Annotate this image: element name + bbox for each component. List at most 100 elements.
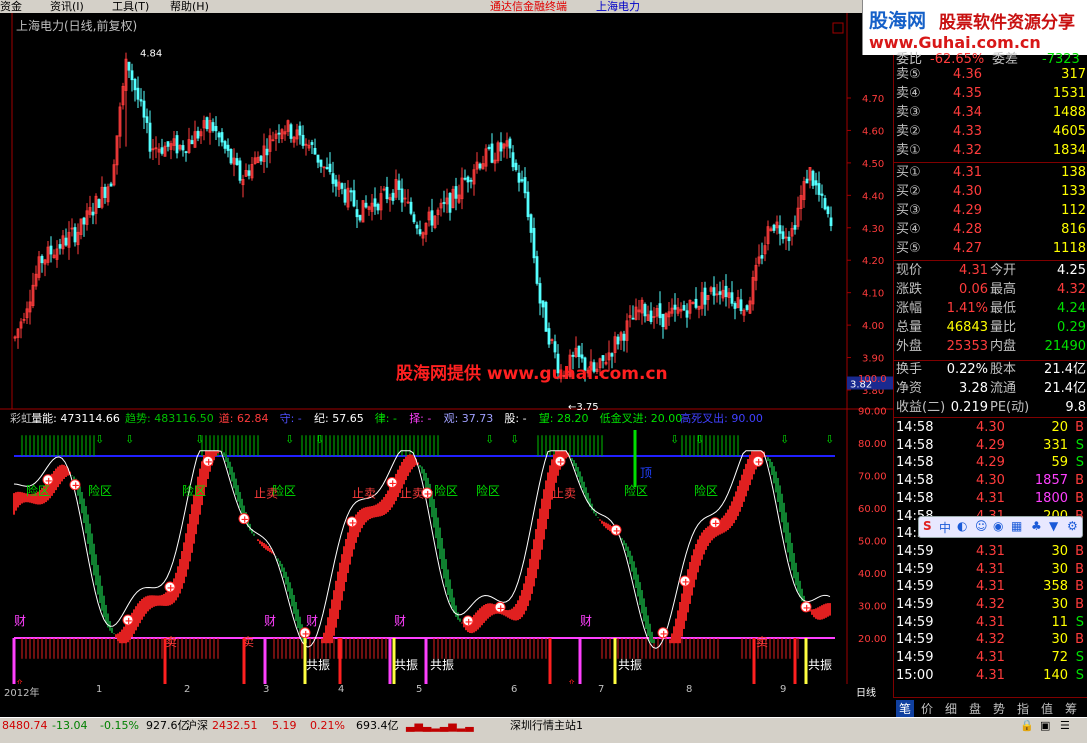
- buy-level-1[interactable]: 买① 4.31 138: [894, 164, 1087, 182]
- tick-row[interactable]: 14:59 4.31 30 B: [894, 543, 1087, 561]
- tick-row[interactable]: 14:59 4.31 72 S: [894, 649, 1087, 667]
- tick-row[interactable]: 14:58 4.31 1800 B: [894, 490, 1087, 508]
- candle-body: [160, 147, 164, 154]
- menu-item-tools[interactable]: 工具(T): [112, 0, 149, 13]
- risk-zone-label: 险区: [182, 483, 206, 498]
- candle-body: [463, 177, 467, 180]
- tab-trades[interactable]: 笔: [896, 700, 915, 717]
- ticks-divider: [894, 417, 1087, 418]
- price-axis-label: 4.50: [862, 159, 884, 170]
- tab-value[interactable]: 值: [1041, 700, 1053, 717]
- quote-value: 4.32: [1057, 282, 1086, 297]
- buy-level-4[interactable]: 买④ 4.28 816: [894, 221, 1087, 239]
- tab-order[interactable]: 盘: [969, 700, 981, 717]
- ime-emoji-icon[interactable]: ☺: [975, 519, 988, 533]
- buy-level-label: 买②: [896, 184, 921, 199]
- tick-row[interactable]: 14:58 4.30 20 B: [894, 419, 1087, 437]
- maximize-icon: [832, 22, 844, 34]
- sell-level-1[interactable]: 卖① 4.32 1834: [894, 142, 1087, 160]
- tick-row[interactable]: 14:59 4.31 30 B: [894, 561, 1087, 579]
- ime-skin-icon[interactable]: ♣: [1031, 519, 1042, 533]
- buy-level-3[interactable]: 买③ 4.29 112: [894, 202, 1087, 220]
- tick-volume: 331: [1043, 437, 1068, 453]
- tick-row[interactable]: 14:59 4.31 358 B: [894, 578, 1087, 596]
- quote-label: 换手: [896, 362, 923, 377]
- ime-mode-label[interactable]: 中: [939, 519, 951, 536]
- tab-chips[interactable]: 筹: [1065, 700, 1077, 717]
- quote-row[interactable]: 收益(二) 0.219 PE(动) 9.8: [894, 399, 1087, 417]
- quote-row[interactable]: 现价 4.31 今开 4.25: [894, 262, 1087, 280]
- indicator-header-item: 低金叉进: 20.00: [600, 411, 683, 425]
- menu-item-news[interactable]: 资讯(I): [50, 0, 84, 13]
- buy-level-label: 买⑤: [896, 241, 921, 256]
- down-arrow-icon: ⇩: [195, 433, 204, 446]
- tick-side: S: [1075, 437, 1084, 453]
- quote-row[interactable]: 涨幅 1.41% 最低 4.24: [894, 300, 1087, 318]
- tick-row[interactable]: 14:59 4.31 11 S: [894, 614, 1087, 632]
- tick-row[interactable]: 14:59 4.32 30 B: [894, 631, 1087, 649]
- sell-level-5[interactable]: 卖⑤ 4.36 317: [894, 66, 1087, 84]
- quote-label: 外盘: [896, 339, 923, 354]
- quote-value: 0.29: [1057, 320, 1086, 335]
- ime-punct-icon[interactable]: ◐: [957, 519, 967, 533]
- candle-body: [205, 117, 209, 130]
- ime-tools-icon[interactable]: ⚙: [1067, 519, 1078, 533]
- kline-indicator-svg[interactable]: 上海电力(日线,前复权) 4.70 4.60 4.50 4.40 4.30 4.20 4.10…: [0, 13, 893, 697]
- candle-body: [328, 163, 332, 173]
- buy-level-volume: 1118: [1052, 241, 1086, 256]
- tick-row[interactable]: 14:58 4.29 331 S: [894, 437, 1087, 455]
- menu-item-funds[interactable]: 资金: [0, 0, 22, 13]
- server-name[interactable]: 深圳行情主站1: [510, 719, 583, 733]
- tab-trend[interactable]: 势: [993, 700, 1005, 717]
- ime-mic-icon[interactable]: ◉: [993, 519, 1003, 533]
- candle-body: [91, 211, 95, 216]
- candle-body: [511, 152, 515, 168]
- buy-level-2[interactable]: 买② 4.30 133: [894, 183, 1087, 201]
- quote-row[interactable]: 总量 46843 量比 0.29: [894, 319, 1087, 337]
- tick-row[interactable]: 14:58 4.29 59 S: [894, 454, 1087, 472]
- candle-body: [499, 142, 503, 152]
- sell-level-3[interactable]: 卖③ 4.34 1488: [894, 104, 1087, 122]
- ime-toolbar[interactable]: S 中 ◐ ☺ ◉ ▦ ♣ ▼ ⚙: [918, 516, 1083, 538]
- period-label[interactable]: 日线: [856, 684, 876, 699]
- price-axis-label: 4.40: [862, 191, 884, 202]
- tick-price: 4.30: [976, 473, 1005, 489]
- sell-level-4[interactable]: 卖④ 4.35 1531: [894, 85, 1087, 103]
- candle-body: [247, 170, 251, 176]
- buy-cross-glyph: +: [72, 481, 80, 492]
- sell-level-price: 4.34: [953, 105, 982, 120]
- tick-row[interactable]: 14:58 4.30 1857 B: [894, 472, 1087, 490]
- tick-row[interactable]: 15:00 4.31 140 S: [894, 667, 1087, 685]
- quote-row[interactable]: 涨跌 0.06 最高 4.32: [894, 281, 1087, 299]
- ime-shirt-icon[interactable]: ▼: [1049, 519, 1058, 533]
- network-icon[interactable]: ▣: [1040, 719, 1050, 733]
- candle-body: [133, 79, 137, 91]
- quote-label: 最低: [990, 301, 1017, 316]
- tab-index[interactable]: 指: [1017, 700, 1029, 717]
- buy-level-5[interactable]: 买⑤ 4.27 1118: [894, 240, 1087, 258]
- quote-value: 1.41%: [946, 301, 988, 316]
- menu-item-help[interactable]: 帮助(H): [170, 0, 209, 13]
- candle-body: [58, 244, 62, 249]
- candle-body: [349, 190, 353, 193]
- ime-keyboard-icon[interactable]: ▦: [1011, 519, 1022, 533]
- menu-icon[interactable]: ☰: [1060, 719, 1070, 733]
- tab-detail[interactable]: 细: [945, 700, 957, 717]
- tick-row[interactable]: 14:59 4.32 30 B: [894, 596, 1087, 614]
- lock-icon[interactable]: 🔒: [1020, 719, 1034, 733]
- sell-level-2[interactable]: 卖② 4.33 4605: [894, 123, 1087, 141]
- chart-area[interactable]: 上海电力(日线,前复权) 4.70 4.60 4.50 4.40 4.30 4.20 4.10…: [0, 13, 893, 697]
- tick-price: 4.31: [976, 561, 1005, 577]
- ime-logo-icon: S: [923, 519, 932, 533]
- tab-price[interactable]: 价: [921, 700, 933, 717]
- quote-row[interactable]: 外盘 25353 内盘 21490: [894, 338, 1087, 356]
- quote-row[interactable]: 净资 3.28 流通 21.4亿: [894, 380, 1087, 398]
- candle-body: [412, 214, 416, 223]
- down-arrow-icon: ⇩: [125, 433, 134, 446]
- tick-price: 4.32: [976, 597, 1005, 612]
- candle-body: [571, 354, 575, 357]
- sell-level-price: 4.36: [953, 67, 982, 82]
- indicator-axis-label: 30.00: [858, 602, 887, 613]
- quote-value: 9.8: [1065, 400, 1086, 415]
- quote-row[interactable]: 换手 0.22% 股本 21.4亿: [894, 361, 1087, 379]
